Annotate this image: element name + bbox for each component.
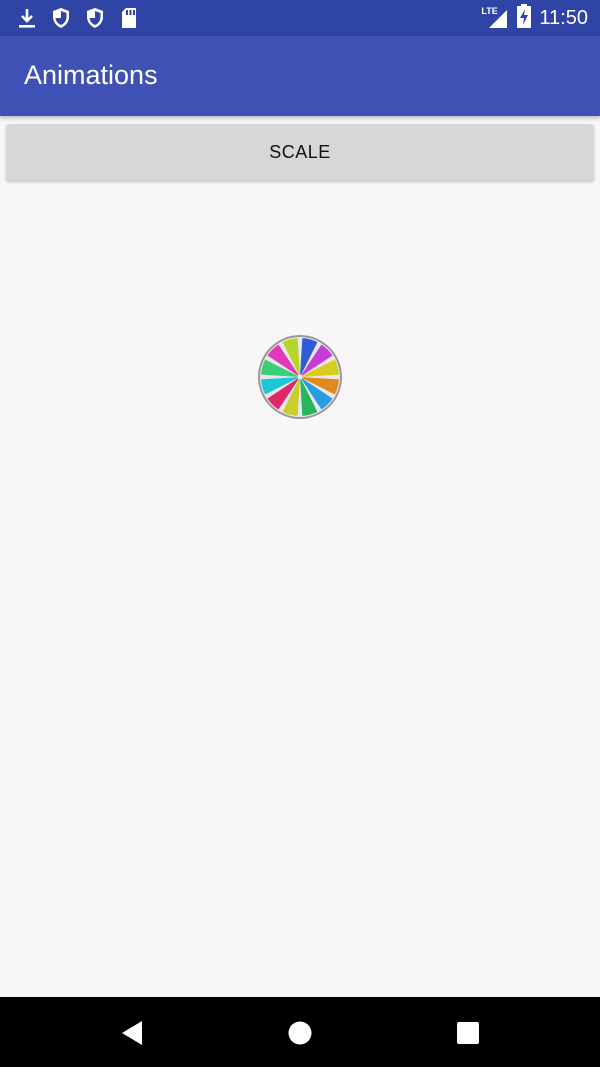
app-title: Animations	[24, 60, 158, 90]
navigation-bar	[0, 997, 600, 1067]
download-icon	[16, 6, 38, 30]
notification-icons	[16, 6, 140, 30]
back-icon[interactable]	[116, 1017, 148, 1049]
wheel-hub	[297, 374, 303, 380]
scale-button[interactable]: SCALE	[6, 124, 594, 180]
home-icon[interactable]	[284, 1017, 316, 1049]
status-bar: LTE 11:50	[0, 0, 600, 36]
clock: 11:50	[539, 6, 588, 29]
sd-card-icon	[118, 6, 140, 30]
shield-icon	[84, 6, 106, 30]
recents-icon[interactable]	[452, 1017, 484, 1049]
signal-icon: LTE	[481, 6, 509, 30]
battery-charging-icon	[517, 3, 532, 33]
shield-icon	[50, 6, 72, 30]
app-bar: Animations	[0, 36, 600, 116]
color-wheel	[258, 335, 342, 419]
screen: LTE 11:50 Animations SCALE	[0, 0, 600, 1067]
system-icons: LTE 11:50	[481, 3, 588, 33]
color-wheel-icon	[255, 332, 345, 422]
